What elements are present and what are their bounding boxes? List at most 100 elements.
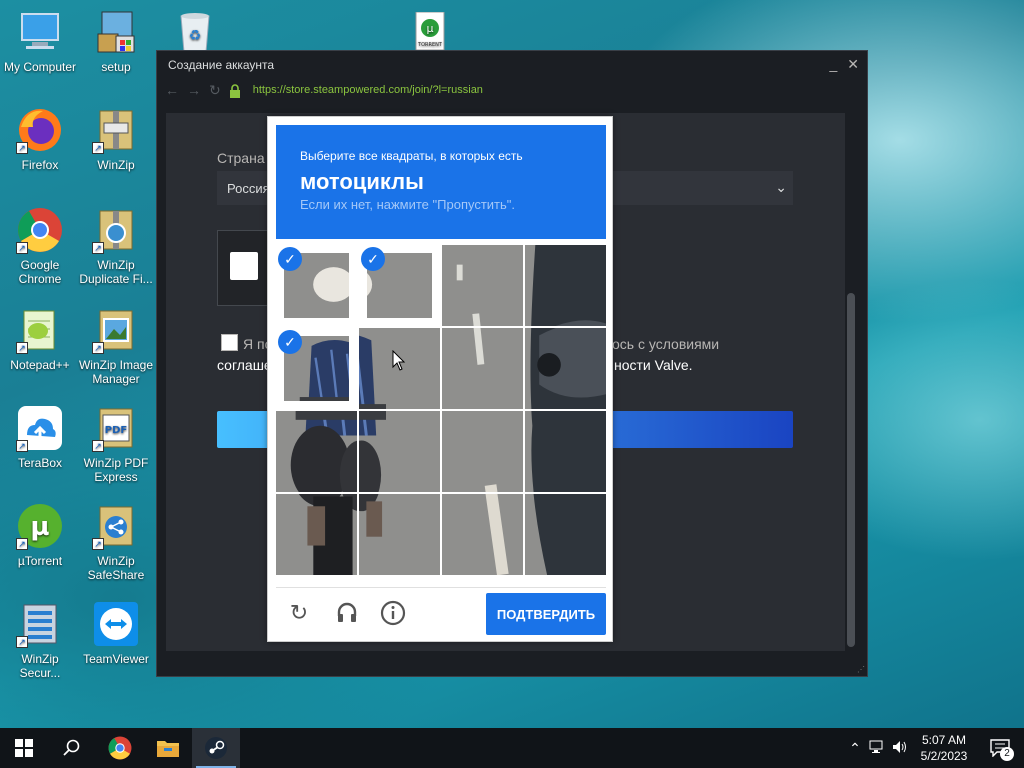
desktop-icon-notepadpp[interactable]: ↗ Notepad++ [0, 306, 80, 372]
captcha-tile-image [359, 494, 440, 575]
info-icon[interactable] [380, 600, 406, 626]
notifications-button[interactable]: 2 [976, 739, 1024, 761]
desktop-icon-winzip[interactable]: ↗ WinZip [76, 106, 156, 172]
desktop-icon-label: TeamViewer [83, 652, 149, 666]
captcha-tile[interactable] [525, 494, 606, 575]
captcha-tile[interactable] [442, 411, 523, 492]
captcha-tile[interactable]: ✓ [359, 245, 440, 326]
desktop-icon-label: Notepad++ [10, 358, 70, 372]
winzip-icon: ↗ [92, 106, 140, 154]
url-text[interactable]: https://store.steampowered.com/join/?l=r… [253, 84, 483, 96]
volume-icon[interactable] [888, 740, 912, 757]
computer-icon [16, 8, 64, 56]
desktop-icon-firefox[interactable]: ↗ Firefox [0, 106, 80, 172]
torrent-file-icon: µ TORRENT [406, 8, 454, 56]
svg-text:µ: µ [30, 512, 49, 542]
system-tray: ⌃ 5:07 AM 5/2/2023 2 [844, 728, 1024, 768]
desktop-icon-label: WinZip Image Manager [78, 358, 154, 386]
captcha-tile-image [276, 411, 357, 492]
captcha-tile[interactable] [359, 494, 440, 575]
agree-checkbox[interactable] [221, 334, 238, 351]
desktop-icon-chrome[interactable]: ↗ Google Chrome [0, 206, 80, 286]
captcha-tile[interactable] [525, 328, 606, 409]
chevron-up-icon[interactable]: ⌃ [844, 740, 866, 757]
desktop-icon-terabox[interactable]: ↗ TeraBox [0, 404, 80, 470]
network-icon[interactable] [866, 740, 888, 757]
verify-button[interactable]: ПОДТВЕРДИТЬ [486, 593, 606, 635]
desktop-icon-label: WinZip [97, 158, 135, 172]
captcha-instruction: Выберите все квадраты, в которых есть [300, 149, 523, 163]
captcha-tile[interactable] [276, 411, 357, 492]
teamviewer-icon [92, 600, 140, 648]
captcha-header: Выберите все квадраты, в которых есть мо… [276, 125, 606, 239]
search-button[interactable] [48, 728, 96, 768]
scrollbar[interactable] [845, 113, 857, 651]
desktop-icon-label: TeraBox [17, 456, 63, 470]
taskbar-chrome[interactable] [96, 728, 144, 768]
check-icon: ✓ [278, 330, 302, 354]
captcha-tile[interactable] [525, 245, 606, 326]
captcha-tile-image [525, 245, 606, 326]
captcha-tile[interactable] [525, 411, 606, 492]
captcha-target: мотоциклы [300, 169, 424, 194]
captcha-tile[interactable] [442, 494, 523, 575]
reload-icon[interactable]: ↻ [209, 82, 221, 99]
check-icon: ✓ [278, 247, 302, 271]
taskbar: ⌃ 5:07 AM 5/2/2023 2 [0, 728, 1024, 768]
address-bar: ← → ↻ https://store.steampowered.com/joi… [157, 79, 867, 101]
recaptcha-checkbox[interactable] [230, 252, 258, 280]
desktop-icon-winzip-image[interactable]: ↗ WinZip Image Manager [76, 306, 156, 386]
captcha-tile-image [442, 245, 523, 326]
chrome-icon [108, 736, 132, 760]
svg-text:TORRENT: TORRENT [417, 42, 443, 48]
winzip-safeshare-icon: ↗ [92, 502, 140, 550]
steam-icon [205, 737, 227, 759]
winzip-pdf-icon: PDF ↗ [92, 404, 140, 452]
window-titlebar[interactable]: Создание аккаунта _ ✕ [157, 51, 867, 79]
setup-icon [92, 8, 140, 56]
headphones-icon[interactable] [334, 600, 360, 626]
desktop-icon-winzip-pdf[interactable]: PDF ↗ WinZip PDF Express [76, 404, 156, 484]
minimize-button[interactable]: _ [829, 56, 837, 73]
taskbar-steam[interactable] [192, 728, 240, 768]
agree-text-end: ось с условиями [612, 336, 720, 352]
lock-icon [229, 83, 241, 98]
captcha-tile[interactable] [276, 494, 357, 575]
desktop-icon-label: Google Chrome [18, 258, 62, 286]
captcha-tile[interactable] [359, 411, 440, 492]
resize-grip-icon[interactable]: ⋰ [857, 665, 865, 674]
clock[interactable]: 5:07 AM 5/2/2023 [912, 732, 976, 764]
desktop-icon-winzip-duplicate[interactable]: ↗ WinZip Duplicate Fi... [76, 206, 156, 286]
desktop-icon-label: My Computer [3, 60, 77, 74]
captcha-tile-image [442, 494, 523, 575]
desktop-icon-winzip-safeshare[interactable]: ↗ WinZip SafeShare [76, 502, 156, 582]
captcha-tile-image [525, 411, 606, 492]
desktop-icon-setup[interactable]: setup [76, 8, 156, 74]
start-button[interactable] [0, 728, 48, 768]
close-button[interactable]: ✕ [847, 56, 859, 73]
winzip-secure-icon: ↗ [16, 600, 64, 648]
desktop-icon-label: WinZip Duplicate Fi... [79, 258, 153, 286]
mouse-cursor [392, 349, 406, 377]
captcha-tile-image [359, 411, 440, 492]
desktop-icon-winzip-secure[interactable]: ↗ WinZip Secur... [0, 600, 80, 680]
reload-icon[interactable]: ↻ [286, 600, 312, 626]
check-icon: ✓ [361, 247, 385, 271]
scrollbar-thumb[interactable] [847, 293, 855, 647]
captcha-tile-image [442, 328, 523, 409]
captcha-footer: ↻ ПОДТВЕРДИТЬ [276, 587, 606, 637]
taskbar-file-explorer[interactable] [144, 728, 192, 768]
captcha-tile[interactable] [442, 328, 523, 409]
forward-arrow-icon[interactable]: → [187, 82, 201, 98]
captcha-tile[interactable] [442, 245, 523, 326]
recycle-bin-icon: ♻ [171, 8, 219, 56]
folder-icon [157, 741, 179, 757]
desktop-icon-utorrent[interactable]: µ ↗ µTorrent [0, 502, 80, 568]
desktop-icon-teamviewer[interactable]: TeamViewer [76, 600, 156, 666]
desktop-icon-my-computer[interactable]: My Computer [0, 8, 80, 74]
winzip-duplicate-icon: ↗ [92, 206, 140, 254]
captcha-tile[interactable]: ✓ [276, 328, 357, 409]
back-arrow-icon[interactable]: ← [165, 82, 179, 98]
captcha-tile[interactable]: ✓ [276, 245, 357, 326]
captcha-tile-image [276, 494, 357, 575]
